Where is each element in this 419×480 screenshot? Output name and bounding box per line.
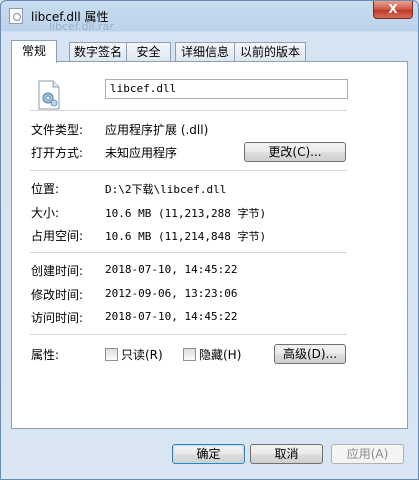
advanced-button[interactable]: 高级(D)... bbox=[274, 344, 346, 364]
properties-dialog: libcef.dll 属性 libcef.dll.rar X 常规 数字签名 安… bbox=[0, 0, 419, 480]
size-value: 10.6 MB (11,213,288 字节) bbox=[105, 207, 267, 220]
tab-previous-versions[interactable]: 以前的版本 bbox=[234, 42, 306, 61]
readonly-label[interactable]: 只读(R) bbox=[121, 346, 163, 363]
modified-label: 修改时间: bbox=[31, 288, 84, 302]
hidden-label[interactable]: 隐藏(H) bbox=[199, 346, 241, 363]
readonly-checkbox[interactable] bbox=[105, 348, 118, 361]
size-on-disk-label: 占用空间: bbox=[31, 229, 84, 243]
general-panel: libcef.dll 文件类型: 应用程序扩展 (.dll) 打开方式: 未知应… bbox=[11, 61, 408, 429]
created-label: 创建时间: bbox=[31, 264, 84, 278]
file-icon bbox=[9, 8, 23, 24]
close-button[interactable]: X bbox=[373, 1, 413, 19]
tab-details[interactable]: 详细信息 bbox=[175, 42, 235, 61]
hidden-checkbox[interactable] bbox=[183, 348, 196, 361]
opens-with-value: 未知应用程序 bbox=[105, 146, 178, 160]
title-bar[interactable]: libcef.dll 属性 libcef.dll.rar X bbox=[1, 1, 418, 33]
dll-file-icon bbox=[38, 80, 60, 110]
file-type-label: 文件类型: bbox=[31, 123, 84, 137]
modified-value: 2012-09-06, 13:23:06 bbox=[105, 287, 238, 300]
created-value: 2018-07-10, 14:45:22 bbox=[105, 263, 238, 276]
separator bbox=[30, 334, 347, 335]
filename-field[interactable]: libcef.dll bbox=[105, 79, 348, 99]
file-type-value: 应用程序扩展 (.dll) bbox=[105, 123, 209, 137]
apply-button[interactable]: 应用(A) bbox=[331, 444, 404, 464]
tab-digital-signatures[interactable]: 数字签名 bbox=[69, 42, 127, 61]
separator bbox=[30, 252, 347, 253]
attributes-label: 属性: bbox=[31, 348, 60, 362]
separator bbox=[30, 110, 347, 111]
accessed-label: 访问时间: bbox=[31, 311, 84, 325]
opens-with-label: 打开方式: bbox=[31, 146, 84, 160]
size-on-disk-value: 10.6 MB (11,214,848 字节) bbox=[105, 230, 267, 243]
window-title-ghost: libcef.dll.rar bbox=[49, 20, 114, 33]
location-value: D:\2下载\libcef.dll bbox=[105, 183, 227, 196]
separator bbox=[30, 170, 347, 171]
tab-security[interactable]: 安全 bbox=[126, 42, 171, 61]
accessed-value: 2018-07-10, 14:45:22 bbox=[105, 310, 238, 323]
tab-general[interactable]: 常规 bbox=[11, 40, 57, 63]
location-label: 位置: bbox=[31, 182, 60, 196]
cancel-button[interactable]: 取消 bbox=[250, 444, 323, 464]
change-button[interactable]: 更改(C)... bbox=[244, 142, 346, 162]
size-label: 大小: bbox=[31, 206, 60, 220]
ok-button[interactable]: 确定 bbox=[172, 444, 245, 464]
